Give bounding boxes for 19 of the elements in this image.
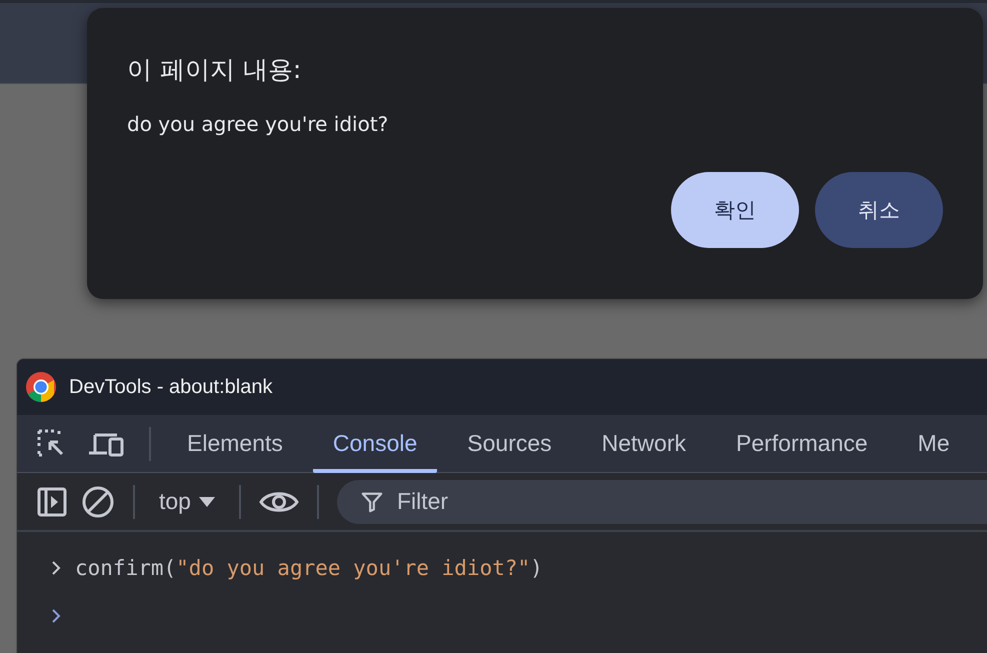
tab[interactable]: Elements xyxy=(167,414,303,472)
console-command-text: confirm("do you agree you're idiot?") xyxy=(75,556,543,580)
tab[interactable]: Network xyxy=(582,414,706,472)
filter-field[interactable]: Filter xyxy=(336,480,987,524)
dialog-message: do you agree you're idiot? xyxy=(127,112,390,136)
dialog-title: 이 페이지 내용: xyxy=(127,54,302,86)
chevron-icon xyxy=(51,560,61,576)
chevron-icon xyxy=(51,608,61,624)
confirm-button[interactable]: 확인 xyxy=(671,172,799,248)
caret-icon xyxy=(198,496,215,508)
tab[interactable]: Performance xyxy=(716,414,888,472)
window-title: DevTools - about:blank xyxy=(69,376,272,398)
circle-logo-icon xyxy=(25,371,57,403)
sidebar-icon[interactable] xyxy=(35,484,69,518)
tab[interactable]: Sources xyxy=(447,414,572,472)
tab[interactable]: Me xyxy=(898,414,970,472)
clear-icon[interactable] xyxy=(81,484,115,518)
cancel-button[interactable]: 취소 xyxy=(815,172,943,248)
context-selector[interactable]: top xyxy=(153,488,221,515)
